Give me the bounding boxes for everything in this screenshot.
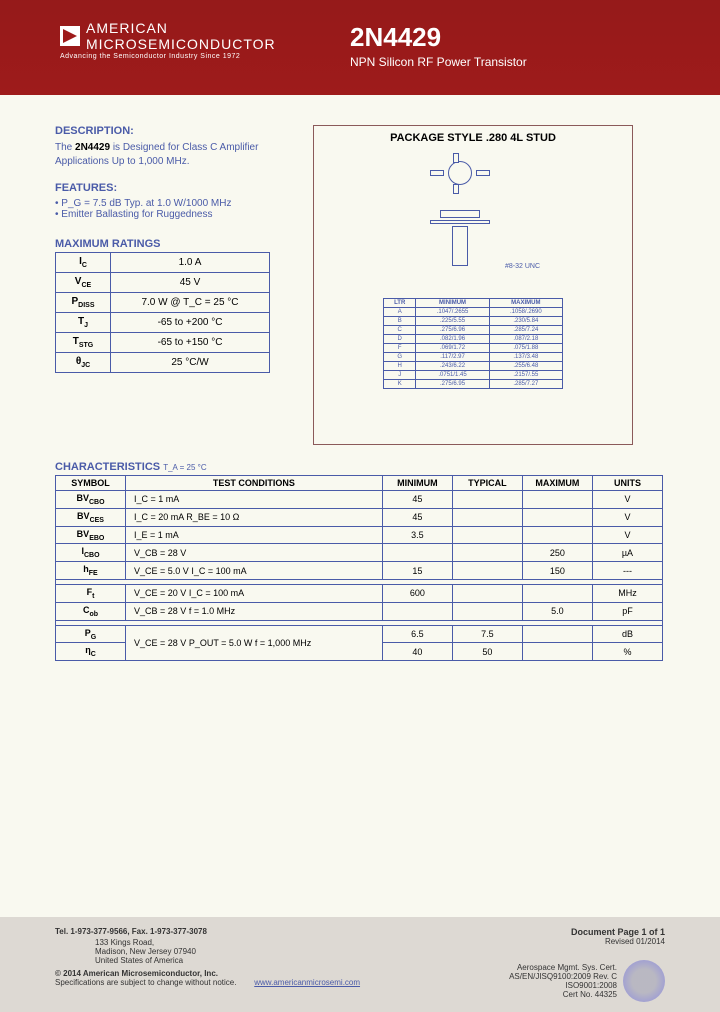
table-row: BVCESI_C = 20 mA R_BE = 10 Ω45V [56,508,663,526]
feature-item: Emitter Ballasting for Ruggedness [55,209,295,220]
footer-url[interactable]: www.americanmicrosemi.com [254,978,360,987]
package-drawing: #8-32 UNC [320,148,626,298]
rating-value: 1.0 A [111,253,270,273]
table-row: ICBOV_CB = 28 V250µA [56,544,663,562]
features-list: P_G = 7.5 dB Typ. at 1.0 W/1000 MHz Emit… [55,198,295,220]
rating-value: 25 °C/W [111,353,270,373]
title-block: 2N4429 NPN Silicon RF Power Transistor [350,22,527,69]
table-row: BVCBOI_C = 1 mA45V [56,491,663,509]
rating-value: -65 to +200 °C [111,313,270,333]
characteristics-heading: CHARACTERISTICS T_A = 25 °C [55,461,665,473]
cert-line: ISO9001:2008 [509,981,617,990]
part-subtitle: NPN Silicon RF Power Transistor [350,55,527,69]
cert-line: Cert No. 44325 [509,990,617,999]
rating-value: 45 V [111,273,270,293]
table-row: IC1.0 A [56,253,270,273]
company-name-1: AMERICAN [86,20,276,36]
description-text: The 2N4429 is Designed for Class C Ampli… [55,141,295,168]
footer-disclaimer: Specifications are subject to change wit… [55,978,236,987]
cert-line: Aerospace Mgmt. Sys. Cert. [509,963,617,972]
package-dims-table: LTRMINIMUMMAXIMUM A.1047/.2655.1058/.269… [383,298,563,389]
ratings-heading: MAXIMUM RATINGS [55,238,295,250]
package-box: PACKAGE STYLE .280 4L STUD #8-32 UNC LTR… [313,125,633,445]
table-row: VCE45 V [56,273,270,293]
page-body: DESCRIPTION: The 2N4429 is Designed for … [0,95,720,661]
footer-addr1: 133 Kings Road, [95,938,385,947]
characteristics-table: SYMBOL TEST CONDITIONS MINIMUM TYPICAL M… [55,475,663,661]
rating-value: 7.0 W @ T_C = 25 °C [111,293,270,313]
table-row: PDISS7.0 W @ T_C = 25 °C [56,293,270,313]
footer-copyright: © 2014 American Microsemiconductor, Inc. [55,969,218,978]
part-number: 2N4429 [350,22,527,53]
header-banner: AMERICAN MICROSEMICONDUCTOR Advancing th… [0,0,720,95]
table-row: TJ-65 to +200 °C [56,313,270,333]
rating-symbol: TSTG [56,333,111,353]
rating-symbol: VCE [56,273,111,293]
package-title: PACKAGE STYLE .280 4L STUD [320,132,626,144]
footer-tel: Tel. 1-973-377-9566, Fax. 1-973-377-3078 [55,927,385,936]
rating-symbol: PDISS [56,293,111,313]
rating-value: -65 to +150 °C [111,333,270,353]
rating-symbol: IC [56,253,111,273]
ratings-table: IC1.0 A VCE45 V PDISS7.0 W @ T_C = 25 °C… [55,252,270,373]
company-tagline: Advancing the Semiconductor Industry Sin… [60,53,276,60]
feature-item: P_G = 7.5 dB Typ. at 1.0 W/1000 MHz [55,198,295,209]
company-logo-block: AMERICAN MICROSEMICONDUCTOR Advancing th… [60,20,276,60]
table-row: FtV_CE = 20 V I_C = 100 mA600MHz [56,584,663,602]
certification-seal-icon [623,960,665,1002]
table-row: hFEV_CE = 5.0 V I_C = 100 mA15150--- [56,562,663,580]
rating-symbol: θJC [56,353,111,373]
description-heading: DESCRIPTION: [55,125,295,137]
logo-icon [60,26,80,46]
doc-revised: Revised 01/2014 [465,937,665,946]
table-row: CobV_CB = 28 V f = 1.0 MHz5.0pF [56,602,663,620]
doc-page: Document Page 1 of 1 [465,927,665,937]
table-row: BVEBOI_E = 1 mA3.5V [56,526,663,544]
table-row: TSTG-65 to +150 °C [56,333,270,353]
rating-symbol: TJ [56,313,111,333]
footer-addr2: Madison, New Jersey 07940 [95,947,385,956]
company-name-2: MICROSEMICONDUCTOR [86,36,276,52]
footer-addr3: United States of America [95,956,385,965]
features-heading: FEATURES: [55,182,295,194]
footer: Tel. 1-973-377-9566, Fax. 1-973-377-3078… [0,917,720,1012]
cert-line: AS/EN/JISQ9100:2009 Rev. C [509,972,617,981]
table-row: θJC25 °C/W [56,353,270,373]
table-row: PGV_CE = 28 V P_OUT = 5.0 W f = 1,000 MH… [56,625,663,643]
thread-label: #8-32 UNC [505,263,540,270]
